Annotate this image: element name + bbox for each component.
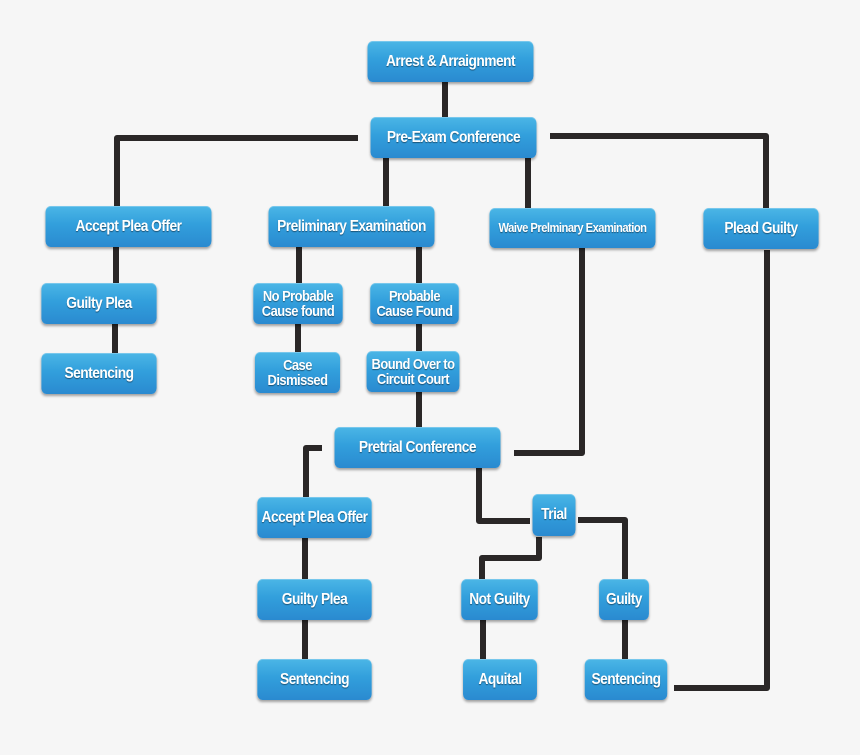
node-sentencing-2: Sentencing	[257, 659, 372, 700]
node-preliminary-examination: Preliminary Examination	[268, 206, 435, 247]
node-no-probable-cause: No Probable Cause found	[253, 283, 343, 324]
node-pretrial-conference: Pretrial Conference	[334, 427, 501, 468]
edge-plead-guilty-to-sentencing	[674, 250, 770, 691]
node-accept-plea-offer-2: Accept Plea Offer	[257, 497, 372, 538]
node-bound-over: Bound Over to Circuit Court	[366, 351, 460, 392]
node-aquital: Aquital	[463, 659, 537, 700]
node-guilty-plea: Guilty Plea	[41, 283, 157, 324]
node-probable-cause-found: Probable Cause Found	[370, 283, 459, 324]
node-arrest-arraignment: Arrest & Arraignment	[367, 41, 534, 82]
node-plead-guilty: Plead Guilty	[703, 208, 819, 249]
node-not-guilty: Not Guilty	[461, 579, 538, 620]
node-case-dismissed: Case Dismissed	[254, 352, 341, 393]
edge-trial-to-not-guilty	[479, 537, 542, 580]
node-pre-exam-conference: Pre-Exam Conference	[370, 117, 537, 158]
node-accept-plea-offer: Accept Plea Offer	[45, 206, 212, 247]
node-sentencing: Sentencing	[41, 353, 157, 394]
edge-waive-to-pretrial	[514, 248, 585, 456]
node-waive-preliminary-examination: Waive Prelminary Examination	[489, 208, 656, 248]
edge-trial-to-guilty	[578, 517, 628, 580]
edge-pre-exam-to-plead-guilty	[550, 133, 769, 208]
edge-pretrial-to-trial	[476, 468, 530, 524]
node-guilty-plea-2: Guilty Plea	[257, 579, 372, 620]
edge-pretrial-to-accept-plea	[303, 445, 322, 498]
edge-pre-exam-to-accept-plea	[114, 135, 358, 206]
node-guilty: Guilty	[599, 579, 649, 620]
node-trial: Trial	[532, 494, 576, 536]
node-sentencing-3: Sentencing	[584, 659, 668, 700]
